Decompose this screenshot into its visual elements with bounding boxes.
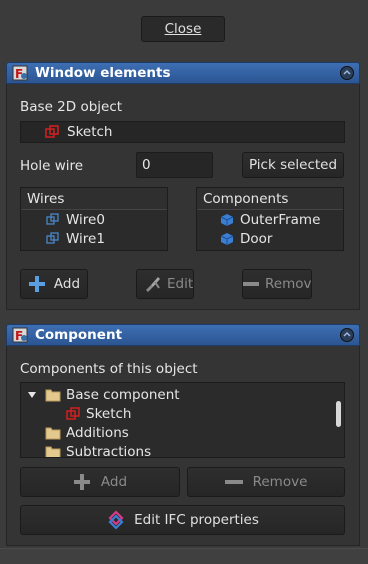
part-cube-icon <box>219 212 235 228</box>
collapse-icon[interactable] <box>340 66 354 80</box>
components-list[interactable]: Components OuterFrame Door <box>196 187 344 251</box>
wire-label: Wire1 <box>66 230 105 247</box>
freecad-icon: F <box>11 326 29 344</box>
tree-item-sketch[interactable]: Sketch <box>21 404 344 423</box>
remove-label: Remove <box>252 474 308 490</box>
edit-label: Edit <box>167 276 194 292</box>
hole-wire-value: 0 <box>142 157 151 173</box>
base-2d-object-value: Sketch <box>67 124 113 140</box>
wire-icon <box>45 231 61 247</box>
list-item[interactable]: Wire0 <box>21 210 167 229</box>
tree-label: Subtractions <box>66 443 152 458</box>
component-label: Door <box>240 230 273 247</box>
component-title: Component <box>35 327 123 343</box>
part-cube-icon <box>219 231 235 247</box>
sketch-icon <box>44 124 60 144</box>
plus-icon <box>73 473 91 491</box>
hole-wire-input[interactable]: 0 <box>136 152 213 178</box>
tree-item-subtractions[interactable]: Subtractions <box>21 442 344 458</box>
ifc-icon <box>106 510 126 530</box>
edit-button[interactable]: Edit <box>136 269 194 299</box>
remove-label: Remov <box>265 276 312 292</box>
folder-icon <box>45 425 61 441</box>
tree-item-base[interactable]: Base component <box>21 385 344 404</box>
tree-label: Sketch <box>86 405 132 422</box>
base-2d-object-label: Base 2D object <box>20 99 123 115</box>
list-item[interactable]: OuterFrame <box>197 210 343 229</box>
minus-icon <box>224 473 243 491</box>
list-item[interactable]: Wire1 <box>21 229 167 248</box>
wire-icon <box>45 212 61 228</box>
base-2d-object-field[interactable]: Sketch <box>20 121 345 143</box>
components-header: Components <box>197 188 343 210</box>
freecad-icon: F <box>11 64 29 82</box>
sketch-icon <box>65 406 81 422</box>
tree-label: Additions <box>66 424 129 441</box>
window-elements-header[interactable]: F Window elements <box>6 62 360 84</box>
components-tree[interactable]: Base component Sketch Additions Subtract… <box>20 382 345 458</box>
hole-wire-label: Hole wire <box>20 158 84 174</box>
wires-list[interactable]: Wires Wire0 Wire1 <box>20 187 168 251</box>
wires-header: Wires <box>21 188 167 210</box>
pick-selected-button[interactable]: Pick selected <box>242 152 344 178</box>
add-button[interactable]: Add <box>20 269 88 299</box>
window-elements-title: Window elements <box>35 65 171 81</box>
folder-icon <box>45 387 61 403</box>
add-label: Add <box>100 474 128 490</box>
edit-icon <box>143 274 163 294</box>
collapse-icon[interactable] <box>340 328 354 342</box>
list-item[interactable]: Door <box>197 229 343 248</box>
expand-arrow-icon[interactable] <box>27 390 39 400</box>
plus-icon <box>28 275 46 293</box>
close-button[interactable]: Close <box>141 16 225 42</box>
folder-icon <box>45 444 61 457</box>
minus-icon <box>243 276 259 292</box>
component-add-button[interactable]: Add <box>20 467 180 497</box>
wire-label: Wire0 <box>66 211 105 228</box>
components-of-object-label: Components of this object <box>20 361 198 377</box>
component-remove-button[interactable]: Remove <box>187 467 345 497</box>
tree-label: Base component <box>66 386 180 403</box>
component-header[interactable]: F Component <box>6 324 360 346</box>
bottom-strip <box>0 548 368 564</box>
edit-ifc-properties-button[interactable]: Edit IFC properties <box>20 505 345 535</box>
tree-item-additions[interactable]: Additions <box>21 423 344 442</box>
add-label: Add <box>53 276 81 292</box>
remove-button[interactable]: Remov <box>242 269 312 299</box>
component-label: OuterFrame <box>240 211 321 228</box>
edit-ifc-label: Edit IFC properties <box>134 512 259 528</box>
tree-scrollbar[interactable] <box>336 401 341 427</box>
